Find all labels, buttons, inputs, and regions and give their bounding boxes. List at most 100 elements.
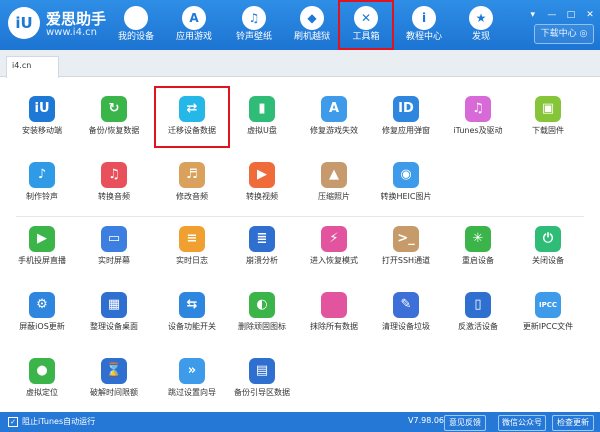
tool-realtime-log[interactable]: ≡ 实时日志 — [156, 218, 228, 276]
tool-label: 安装移动端 — [22, 126, 62, 135]
nav-my-device[interactable]: 我的设备 — [110, 2, 162, 48]
time-limit-icon: ⌛ — [101, 358, 127, 384]
migrate-data-icon: ⇄ — [179, 96, 205, 122]
ipcc-update-icon: IPCC — [535, 292, 561, 318]
tool-label: 清理设备垃圾 — [382, 322, 430, 331]
tool-backup-boot[interactable]: ▤ 备份引导区数据 — [226, 350, 298, 408]
restart-device-icon: ✳ — [465, 226, 491, 252]
tool-itunes-driver[interactable]: ♫ iTunes及驱动 — [442, 88, 514, 146]
tool-feature-switch[interactable]: ⇆ 设备功能开关 — [156, 284, 228, 342]
organize-desktop-icon: ▦ — [101, 292, 127, 318]
nav-flash-jailbreak[interactable]: ◆ 刷机越狱 — [286, 2, 338, 48]
tool-clean-junk[interactable]: ✎ 清理设备垃圾 — [370, 284, 442, 342]
tool-firmware-download[interactable]: ▣ 下载固件 — [512, 88, 584, 146]
tool-label: 压缩照片 — [318, 192, 350, 201]
tool-usb-drive[interactable]: ▮ 虚拟U盘 — [226, 88, 298, 146]
close-icon[interactable]: ✕ — [584, 10, 596, 20]
tool-backup-restore[interactable]: ↻ 备份/恢复数据 — [78, 88, 150, 146]
tool-label: 虚拟定位 — [26, 388, 58, 397]
nav-discover[interactable]: ★ 发现 — [455, 2, 507, 48]
tool-heic-convert[interactable]: ◉ 转换HEIC图片 — [370, 154, 442, 212]
tool-delete-icon-tool[interactable]: ◐ 删除顽固图标 — [226, 284, 298, 342]
tool-label: 破解时间限额 — [90, 388, 138, 397]
tool-label: 屏蔽iOS更新 — [19, 322, 65, 331]
tool-label: 修改音频 — [176, 192, 208, 201]
tool-time-limit[interactable]: ⌛ 破解时间限额 — [78, 350, 150, 408]
tool-i4-install[interactable]: iU 安装移动端 — [6, 88, 78, 146]
window-controls: ▾ — □ ✕ — [525, 2, 596, 21]
photo-compress-icon: ▲ — [321, 162, 347, 188]
erase-data-icon — [321, 292, 347, 318]
tool-label: 整理设备桌面 — [90, 322, 138, 331]
tools-row: ● 虚拟定位 ⌛ 破解时间限额 » 跳过设置向导 ▤ 备份引导区数据 — [0, 350, 600, 410]
feedback-button[interactable]: 意见反馈 — [444, 415, 486, 431]
nav-label: 铃声壁纸 — [235, 32, 272, 42]
tool-label: iTunes及驱动 — [453, 126, 503, 135]
check-update-button[interactable]: 检查更新 — [552, 415, 594, 431]
itunes-autorun-label: 阻止iTunes自动运行 — [22, 417, 96, 426]
tool-shutdown-device[interactable]: ⏻ 关闭设备 — [512, 218, 584, 276]
backup-boot-icon: ▤ — [249, 358, 275, 384]
tool-photo-compress[interactable]: ▲ 压缩照片 — [298, 154, 370, 212]
maximize-icon[interactable]: □ — [565, 10, 577, 20]
tool-label: 更新IPCC文件 — [522, 322, 574, 331]
tool-label: 重启设备 — [462, 256, 494, 265]
app-name: 爱思助手 — [46, 10, 107, 28]
wechat-button[interactable]: 微信公众号 — [498, 415, 546, 431]
clean-junk-icon: ✎ — [393, 292, 419, 318]
tab-i4cn[interactable]: i4.cn — [6, 56, 59, 78]
tool-recovery-mode[interactable]: ⚡ 进入恢复模式 — [298, 218, 370, 276]
tool-skip-setup[interactable]: » 跳过设置向导 — [156, 350, 228, 408]
tool-ringtone-maker[interactable]: ♪ 制作铃声 — [6, 154, 78, 212]
tool-deactivate-device[interactable]: ▯ 反激活设备 — [442, 284, 514, 342]
download-center-button[interactable]: 下载中心 ◎ — [534, 24, 594, 44]
itunes-autorun-checkbox[interactable]: ✓ — [8, 417, 18, 427]
menu-dropdown-icon[interactable]: ▾ — [527, 10, 539, 20]
recovery-mode-icon: ⚡ — [321, 226, 347, 252]
tool-realtime-screen[interactable]: ▭ 实时屏幕 — [78, 218, 150, 276]
tools-row: iU 安装移动端 ↻ 备份/恢复数据 ⇄ 迁移设备数据 ▮ 虚拟U盘 A 修复游戏失效 ID 修复应用… — [0, 86, 600, 148]
nav-label: 应用游戏 — [175, 32, 212, 42]
tools-row: ♪ 制作铃声 ♫ 转换音频 ♬ 修改音频 ▶ 转换视频 ▲ 压缩照片 ◉ 转换HEIC图片 — [0, 154, 600, 214]
tool-ssh-tunnel[interactable]: >_ 打开SSH通道 — [370, 218, 442, 276]
nav-tutorials[interactable]: i 教程中心 — [398, 2, 450, 48]
i4-install-icon: iU — [29, 96, 55, 122]
tool-ipcc-update[interactable]: IPCC 更新IPCC文件 — [512, 284, 584, 342]
info-icon: i — [412, 6, 436, 30]
tool-audio-convert[interactable]: ♫ 转换音频 — [78, 154, 150, 212]
tool-label: 实时日志 — [176, 256, 208, 265]
tool-fix-game[interactable]: A 修复游戏失效 — [298, 88, 370, 146]
nav-ringtones-wallpapers[interactable]: ♫ 铃声壁纸 — [228, 2, 280, 48]
audio-convert-icon: ♫ — [101, 162, 127, 188]
nav-apps-games[interactable]: A 应用游戏 — [168, 2, 220, 48]
tool-label: 转换视频 — [246, 192, 278, 201]
delete-icon-tool-icon: ◐ — [249, 292, 275, 318]
tool-erase-data[interactable]: 抹除所有数据 — [298, 284, 370, 342]
tool-virtual-location[interactable]: ● 虚拟定位 — [6, 350, 78, 408]
tool-restart-device[interactable]: ✳ 重启设备 — [442, 218, 514, 276]
tool-audio-edit[interactable]: ♬ 修改音频 — [156, 154, 228, 212]
block-update-icon: ⚙ — [29, 292, 55, 318]
tool-screen-mirror[interactable]: ▶ 手机投屏直播 — [6, 218, 78, 276]
shutdown-device-icon: ⏻ — [535, 226, 561, 252]
tool-migrate-data[interactable]: ⇄ 迁移设备数据 — [154, 86, 230, 148]
screen-mirror-icon: ▶ — [29, 226, 55, 252]
backup-restore-icon: ↻ — [101, 96, 127, 122]
tool-label: 修复应用弹窗 — [382, 126, 430, 135]
tool-label: 实时屏幕 — [98, 256, 130, 265]
deactivate-device-icon: ▯ — [465, 292, 491, 318]
tool-organize-desktop[interactable]: ▦ 整理设备桌面 — [78, 284, 150, 342]
tool-label: 删除顽固图标 — [238, 322, 286, 331]
nav-toolbox[interactable]: ✕ 工具箱 — [338, 0, 394, 50]
tool-block-update[interactable]: ⚙ 屏蔽iOS更新 — [6, 284, 78, 342]
tool-video-convert[interactable]: ▶ 转换视频 — [226, 154, 298, 212]
minimize-icon[interactable]: — — [546, 10, 558, 20]
tool-fix-app-popup[interactable]: ID 修复应用弹窗 — [370, 88, 442, 146]
tool-crash-analysis[interactable]: ≣ 崩溃分析 — [226, 218, 298, 276]
tool-label: 打开SSH通道 — [381, 256, 431, 265]
itunes-driver-icon: ♫ — [465, 96, 491, 122]
app-header: iU 爱思助手 www.i4.cn 我的设备 A 应用游戏 ♫ 铃声壁纸 ◆ 刷… — [0, 0, 600, 50]
dropbox-icon: ◆ — [300, 6, 324, 30]
apple-icon — [124, 6, 148, 30]
tool-label: 转换音频 — [98, 192, 130, 201]
